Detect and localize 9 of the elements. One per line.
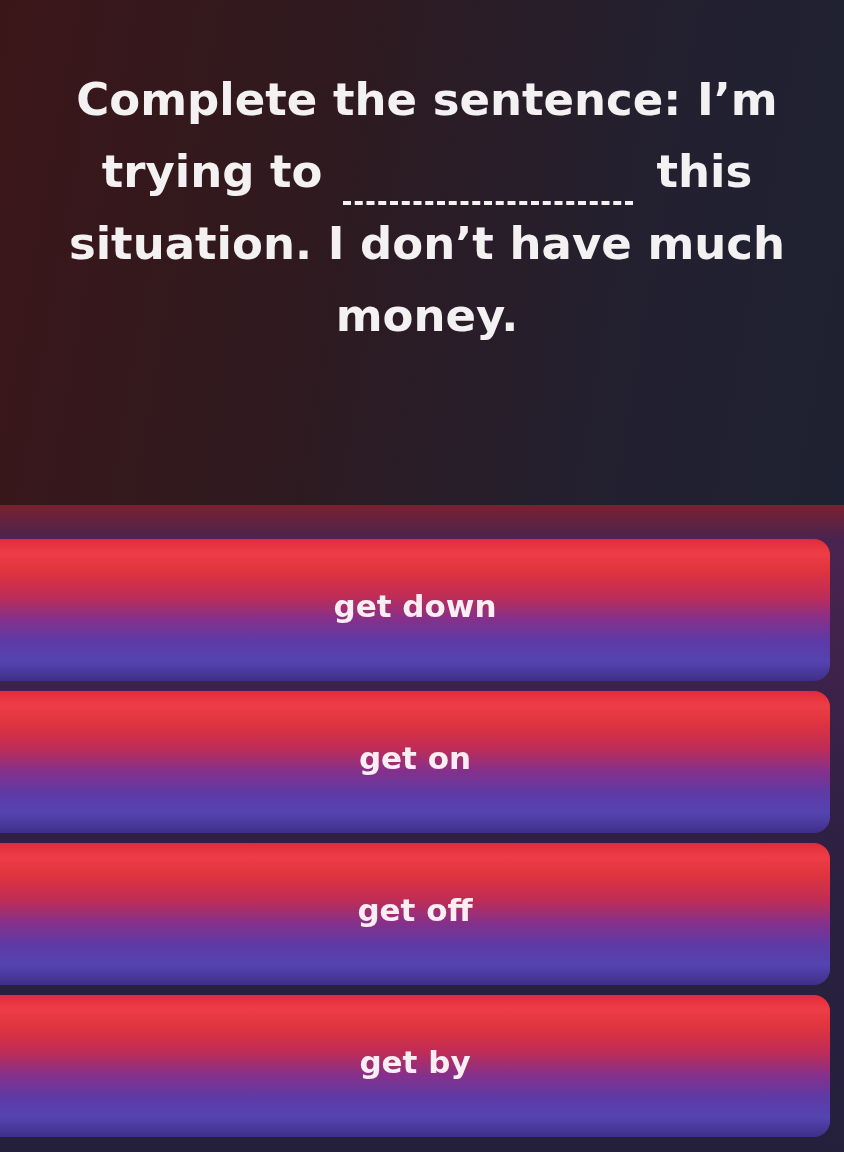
question-text: this: [656, 144, 753, 200]
answer-option[interactable]: get by: [0, 995, 830, 1137]
answer-option[interactable]: get on: [0, 691, 830, 833]
answer-option[interactable]: get down: [0, 539, 830, 681]
question-text: Complete the sentence: I’m: [76, 72, 778, 128]
question-text: trying to: [101, 144, 323, 200]
answer-option[interactable]: get off: [0, 843, 830, 985]
question-text: situation. I don’t have much: [68, 216, 786, 272]
question-text: money.: [335, 288, 519, 344]
